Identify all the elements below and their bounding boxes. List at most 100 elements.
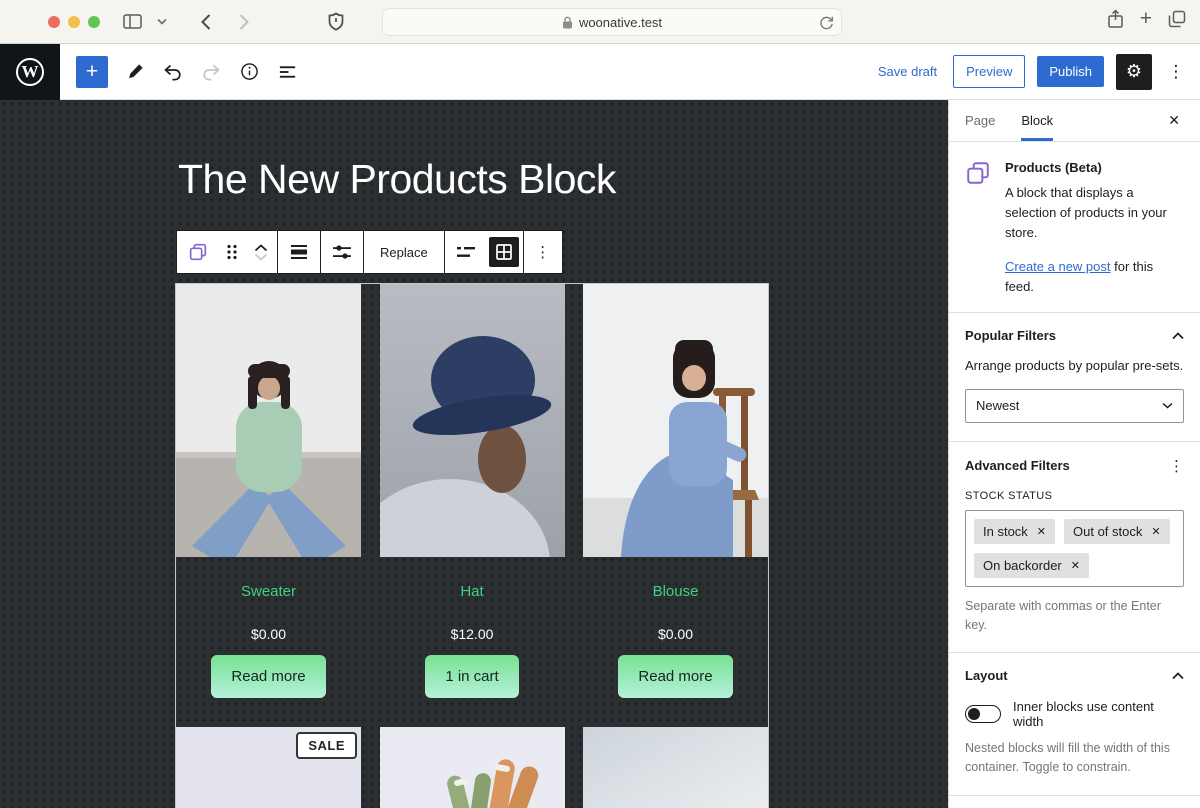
align-icon[interactable] [282,234,316,270]
replace-button[interactable]: Replace [368,245,440,260]
remove-token-icon[interactable]: ✕ [1151,525,1160,538]
remove-token-icon[interactable]: ✕ [1071,559,1080,572]
popular-filters-description: Arrange products by popular pre-sets. [965,356,1184,376]
block-type-products-icon[interactable] [181,234,215,270]
toggle-label: Inner blocks use content width [1013,699,1184,729]
block-card-link-line: Create a new post for this feed. [1005,257,1184,296]
tab-page[interactable]: Page [965,100,995,141]
tools-pencil-icon[interactable] [118,55,152,89]
block-inserter-button[interactable]: + [76,56,108,88]
block-toolbar: Replace ⋮ [176,230,563,274]
back-button[interactable] [192,8,220,36]
sale-badge: SALE [296,732,357,759]
panel-popular-filters: Popular Filters Arrange products by popu… [949,313,1200,441]
sidebar-chevron-down-icon[interactable] [148,8,176,36]
product-card: Hat $12.00 1 in cart [380,557,565,727]
publish-button[interactable]: Publish [1037,56,1104,87]
details-info-icon[interactable] [232,55,266,89]
product-card: Sweater $0.00 Read more [176,557,361,727]
grid-view-layout-icon[interactable] [489,237,519,267]
product-image-hat [380,284,565,557]
traffic-lights [48,16,100,28]
product-price: $12.00 [388,626,557,642]
product-button[interactable]: Read more [211,655,325,698]
product-price: $0.00 [184,626,353,642]
layout-help: Nested blocks will fill the width of thi… [965,739,1184,777]
product-image-row2-3 [583,727,768,808]
stock-status-label: STOCK STATUS [965,490,1184,502]
display-settings-icon[interactable] [325,234,359,270]
close-window-button[interactable] [48,16,60,28]
block-card: Products (Beta) A block that displays a … [949,142,1200,312]
product-image-row2-1: SALE [176,727,361,808]
token-label: In stock [983,524,1028,539]
block-description: A block that displays a selection of pro… [1005,183,1184,243]
product-name[interactable]: Sweater [184,583,353,600]
refresh-icon[interactable] [819,14,834,31]
post-title[interactable]: The New Products Block [178,156,616,203]
options-menu-button[interactable]: ⋮ [1164,62,1188,82]
product-card: Blouse $0.00 Read more [583,557,768,727]
wordpress-logo-icon: W [16,58,44,86]
save-draft-button[interactable]: Save draft [874,58,941,85]
popular-filters-title[interactable]: Popular Filters [965,328,1056,343]
move-up-icon[interactable] [254,244,268,252]
tab-block[interactable]: Block [1021,100,1053,141]
preview-button[interactable]: Preview [953,55,1025,88]
advanced-filters-menu-button[interactable]: ⋮ [1169,457,1184,475]
list-view-layout-icon[interactable] [449,234,483,270]
undo-icon[interactable] [156,55,190,89]
product-name[interactable]: Blouse [591,583,760,600]
wordpress-logo-button[interactable]: W [0,44,60,100]
settings-sidebar: Page Block ✕ Products (Beta) A block tha… [948,100,1200,808]
redo-icon [194,55,228,89]
toggle-knob [968,708,980,720]
token-label: On backorder [983,558,1062,573]
chevron-down-icon [1162,402,1173,409]
block-options-button[interactable]: ⋮ [528,243,558,261]
product-image-blouse [583,284,768,557]
address-bar[interactable]: woonative.test [382,8,842,36]
chevron-up-icon[interactable] [1172,332,1184,340]
forward-button[interactable] [230,8,258,36]
products-block-icon [965,160,991,296]
products-block[interactable]: Sweater $0.00 Read more Hat $12.00 1 in … [176,284,768,808]
remove-token-icon[interactable]: ✕ [1037,525,1046,538]
chevron-up-icon[interactable] [1172,672,1184,680]
content-width-toggle[interactable] [965,705,1001,723]
product-name[interactable]: Hat [388,583,557,600]
product-button[interactable]: Read more [618,655,732,698]
token: Out of stock ✕ [1064,519,1170,544]
product-price: $0.00 [591,626,760,642]
product-image-sweater [176,284,361,557]
minimize-window-button[interactable] [68,16,80,28]
popular-filters-select[interactable]: Newest [965,389,1184,423]
privacy-shield-icon[interactable] [322,8,350,36]
select-value: Newest [976,398,1019,413]
stock-status-token-field[interactable]: In stock ✕ Out of stock ✕ On backorder ✕ [965,510,1184,587]
product-button[interactable]: 1 in cart [425,655,518,698]
sidebar-tabs: Page Block ✕ [949,100,1200,142]
move-down-icon [254,253,268,261]
new-tab-button[interactable]: + [1140,8,1152,29]
create-new-post-link[interactable]: Create a new post [1005,259,1111,274]
layout-title[interactable]: Layout [965,668,1008,683]
browser-chrome: woonative.test + [0,0,1200,44]
panel-layout: Layout Inner blocks use content width Ne… [949,653,1200,795]
share-icon[interactable] [1107,9,1124,29]
panel-advanced-filters: Advanced Filters ⋮ STOCK STATUS In stock… [949,442,1200,653]
sidebar-toggle-icon[interactable] [118,8,146,36]
token: On backorder ✕ [974,553,1089,578]
close-sidebar-icon[interactable]: ✕ [1164,108,1184,133]
settings-gear-button[interactable]: ⚙ [1116,54,1152,90]
lock-icon [562,16,573,29]
tab-overview-icon[interactable] [1168,10,1186,28]
url-text: woonative.test [579,15,662,30]
advanced-filters-title: Advanced Filters [965,458,1070,473]
token-label: Out of stock [1073,524,1142,539]
token: In stock ✕ [974,519,1055,544]
drag-handle-icon[interactable] [215,234,249,270]
document-overview-icon[interactable] [270,55,304,89]
zoom-window-button[interactable] [88,16,100,28]
products-row-1: Sweater $0.00 Read more Hat $12.00 1 in … [176,284,768,808]
